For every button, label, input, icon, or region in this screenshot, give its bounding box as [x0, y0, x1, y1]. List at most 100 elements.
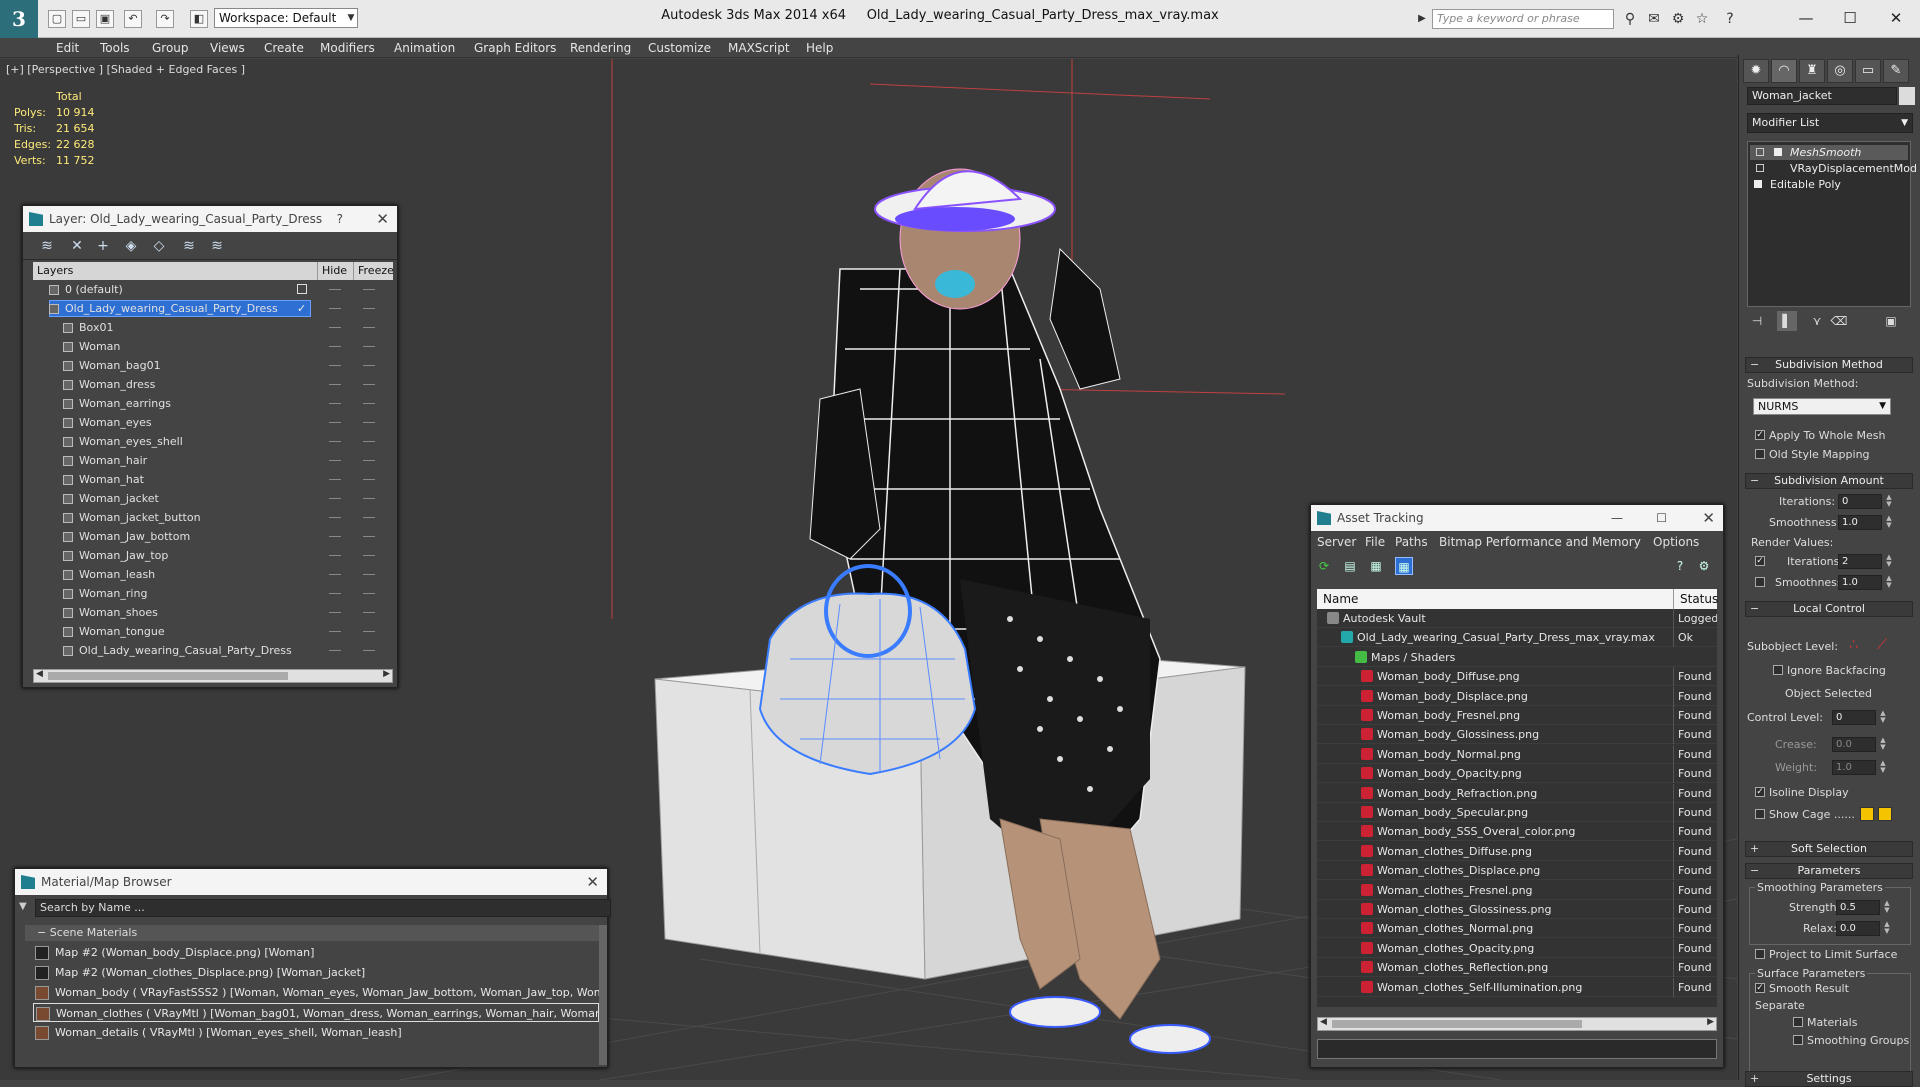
menu-rendering[interactable]: Rendering — [570, 41, 631, 55]
material-row[interactable]: Map #2 (Woman_body_Displace.png) [Woman] — [33, 943, 599, 962]
rollout-parameters[interactable]: − Parameters — [1745, 863, 1913, 879]
menu-options[interactable]: Options — [1653, 531, 1699, 553]
spinner-arrows[interactable]: ▲ ▼ — [1879, 760, 1887, 775]
column-hide[interactable]: Hide — [317, 262, 347, 280]
spinner-arrows[interactable]: ▲ ▼ — [1885, 554, 1893, 569]
lightbulb-icon[interactable] — [1756, 148, 1764, 156]
layer-row[interactable]: Woman_shoes — [33, 603, 393, 622]
new-file-icon[interactable]: ▢ — [48, 10, 66, 28]
freeze-toggle[interactable] — [363, 403, 375, 404]
freeze-toggle[interactable] — [363, 536, 375, 537]
hide-toggle[interactable] — [329, 327, 341, 328]
asset-row[interactable]: Woman_body_Refraction.png Found — [1317, 783, 1717, 803]
freeze-toggle[interactable] — [363, 384, 375, 385]
hide-toggle[interactable] — [329, 555, 341, 556]
show-end-result-icon[interactable]: ▌ — [1777, 311, 1797, 331]
binoculars-icon[interactable]: ⚲ — [1620, 9, 1640, 29]
layer-row[interactable]: Woman_Jaw_top — [33, 546, 393, 565]
communication-icon[interactable]: ⚙ — [1668, 9, 1688, 29]
modifier-list-dropdown[interactable]: Modifier List ▼ — [1747, 113, 1913, 133]
asset-row[interactable]: Woman_clothes_Fresnel.png Found — [1317, 880, 1717, 900]
menu-views[interactable]: Views — [210, 41, 245, 55]
asset-row[interactable]: Maps / Shaders — [1317, 648, 1717, 667]
cage-color-swatch[interactable] — [1860, 807, 1874, 821]
open-file-icon[interactable]: ▭ — [72, 10, 90, 28]
render-iterations-spinner[interactable]: 2 — [1838, 554, 1882, 569]
asset-tracking-titlebar[interactable]: Asset Tracking — ☐ ✕ — [1311, 505, 1723, 531]
hide-toggle[interactable] — [329, 422, 341, 423]
hide-toggle[interactable] — [329, 650, 341, 651]
utilities-tab-icon[interactable]: ✎ — [1883, 59, 1909, 83]
hide-toggle[interactable] — [329, 479, 341, 480]
layer-row[interactable]: Old_Lady_wearing_Casual_Party_Dress ✓ — [33, 299, 393, 318]
save-file-icon[interactable]: ▣ — [96, 10, 114, 28]
vertex-icon[interactable]: ∴ — [1849, 637, 1858, 653]
modify-tab-icon[interactable]: ◠ — [1771, 59, 1797, 83]
pin-stack-icon[interactable]: ⊣ — [1747, 311, 1767, 331]
delete-layer-icon[interactable]: ✕ — [67, 237, 87, 255]
asset-row[interactable]: Woman_clothes_Self-Illumination.png Found — [1317, 977, 1717, 997]
vertical-scrollbar[interactable] — [599, 925, 607, 1065]
refresh-icon[interactable]: ⟳ — [1315, 557, 1333, 575]
layer-row[interactable]: Woman_bag01 — [33, 356, 393, 375]
hierarchy-tab-icon[interactable]: ♜ — [1799, 59, 1825, 83]
asset-row[interactable]: Woman_body_Diffuse.png Found — [1317, 667, 1717, 687]
asset-row[interactable]: Woman_clothes_Displace.png Found — [1317, 861, 1717, 881]
menu-graph-editors[interactable]: Graph Editors — [474, 41, 556, 55]
layer-row[interactable]: 0 (default) — [33, 280, 393, 299]
hide-toggle[interactable] — [329, 403, 341, 404]
freeze-toggle[interactable] — [363, 441, 375, 442]
spinner-arrows[interactable]: ▲ ▼ — [1879, 710, 1887, 725]
list-view-icon[interactable]: ▤ — [1341, 557, 1359, 575]
hide-toggle[interactable] — [329, 346, 341, 347]
motion-tab-icon[interactable]: ◎ — [1827, 59, 1853, 83]
weight-spinner[interactable]: 1.0 — [1832, 760, 1876, 775]
hide-toggle[interactable] — [329, 365, 341, 366]
freeze-toggle[interactable] — [363, 365, 375, 366]
add-to-layer-icon[interactable]: + — [93, 237, 113, 255]
material-search-input[interactable]: Search by Name ... — [35, 899, 611, 917]
menu-paths[interactable]: Paths — [1395, 531, 1428, 553]
column-status[interactable]: Status — [1673, 589, 1718, 609]
subdivision-method-dropdown[interactable]: NURMS ▼ — [1753, 398, 1891, 415]
asset-row[interactable]: Woman_body_Normal.png Found — [1317, 744, 1717, 764]
redo-icon[interactable]: ↷ — [156, 10, 174, 28]
asset-row[interactable]: Woman_body_Glossiness.png Found — [1317, 725, 1717, 745]
freeze-toggle[interactable] — [363, 289, 375, 290]
freeze-toggle[interactable] — [363, 593, 375, 594]
freeze-toggle[interactable] — [363, 460, 375, 461]
menu-create[interactable]: Create — [264, 41, 304, 55]
render-iterations-checkbox[interactable]: ✓ — [1755, 556, 1765, 566]
horizontal-scrollbar[interactable]: ◀ ▶ — [1317, 1017, 1717, 1031]
asset-row[interactable]: Old_Lady_wearing_Casual_Party_Dress_max_… — [1317, 628, 1717, 648]
apply-whole-mesh-checkbox[interactable]: ✓ — [1755, 430, 1765, 440]
layer-row[interactable]: Woman_dress — [33, 375, 393, 394]
freeze-toggle[interactable] — [363, 555, 375, 556]
hide-toggle[interactable] — [329, 289, 341, 290]
select-objects-icon[interactable]: ◈ — [121, 237, 141, 255]
favorites-star-icon[interactable]: ☆ — [1692, 9, 1712, 29]
render-smoothness-spinner[interactable]: 1.0 — [1838, 575, 1882, 590]
freeze-toggle[interactable] — [363, 346, 375, 347]
column-layers[interactable]: Layers — [37, 262, 73, 280]
hide-toggle[interactable] — [329, 498, 341, 499]
rollout-subdivision-method[interactable]: − Subdivision Method — [1745, 357, 1913, 373]
spinner-arrows[interactable]: ▲ ▼ — [1879, 737, 1887, 752]
material-row[interactable]: Map #2 (Woman_clothes_Displace.png) [Wom… — [33, 963, 599, 982]
current-layer-box-icon[interactable] — [297, 284, 307, 294]
column-freeze[interactable]: Freeze — [353, 262, 393, 280]
menu-tools[interactable]: Tools — [100, 41, 130, 55]
stack-item-vraydisplacement[interactable]: VRayDisplacementMod — [1750, 161, 1917, 176]
cage-selected-color-swatch[interactable] — [1878, 807, 1892, 821]
menu-group[interactable]: Group — [152, 41, 189, 55]
menu-server[interactable]: Server — [1317, 531, 1356, 553]
minimize-button[interactable]: — — [1611, 505, 1623, 531]
stack-item-meshsmooth[interactable]: MeshSmooth — [1750, 145, 1908, 160]
app-logo-icon[interactable]: 3 — [0, 0, 38, 38]
asset-row[interactable]: Woman_body_Specular.png Found — [1317, 803, 1717, 822]
layer-row[interactable]: Woman_hat — [33, 470, 393, 489]
asset-row[interactable]: Woman_clothes_Opacity.png Found — [1317, 938, 1717, 958]
rollout-subdivision-amount[interactable]: − Subdivision Amount — [1745, 473, 1913, 489]
smooth-result-checkbox[interactable]: ✓ — [1755, 983, 1765, 993]
object-name-field[interactable]: Woman_jacket — [1747, 87, 1897, 105]
